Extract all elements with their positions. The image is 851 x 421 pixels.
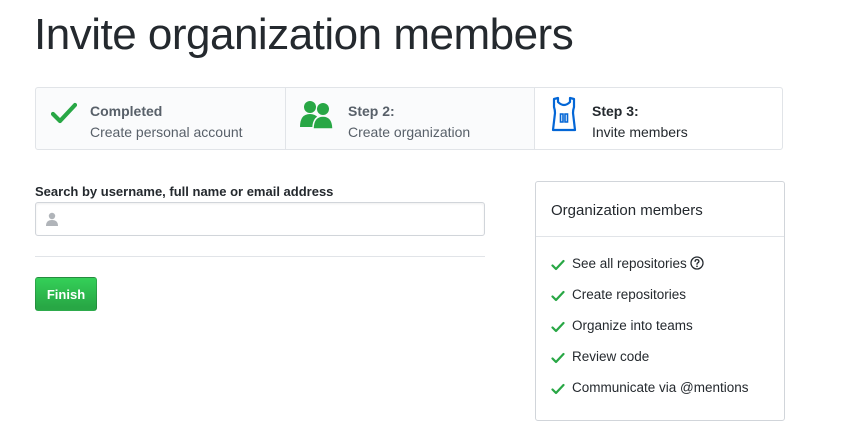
panel-title: Organization members [536, 182, 784, 237]
jersey-icon [551, 96, 577, 137]
step-description: Create personal account [90, 124, 243, 140]
check-icon [551, 351, 565, 369]
list-item: Communicate via @mentions [551, 379, 784, 410]
list-item-label: Create repositories [572, 287, 687, 302]
step-create-organization: Step 2: Create organization [286, 88, 535, 149]
check-icon [551, 320, 565, 338]
list-item: Organize into teams [551, 317, 784, 348]
page-title: Invite organization members [34, 10, 574, 59]
list-item-label: Organize into teams [572, 318, 693, 333]
divider [35, 256, 485, 257]
step-completed: Completed Create personal account [36, 88, 286, 149]
progress-steps: Completed Create personal account Step 2… [35, 87, 783, 150]
list-item: Create repositories [551, 286, 784, 317]
list-item: Review code [551, 348, 784, 379]
check-icon [551, 258, 565, 276]
check-icon [551, 289, 565, 307]
check-icon [50, 102, 78, 129]
step-description: Create organization [348, 124, 471, 140]
people-icon [300, 99, 334, 134]
finish-button[interactable]: Finish [35, 277, 97, 311]
search-box[interactable] [35, 202, 485, 236]
permissions-list: See all repositories Create repositories… [536, 237, 784, 410]
step-invite-members: Step 3: Invite members [535, 88, 782, 149]
question-icon[interactable] [690, 256, 704, 275]
search-input[interactable] [66, 203, 476, 235]
list-item-label: See all repositories [572, 256, 687, 271]
check-icon [551, 382, 565, 400]
step-label: Step 3: [592, 103, 639, 119]
list-item-label: Communicate via @mentions [572, 380, 749, 395]
list-item-label: Review code [572, 349, 650, 364]
step-label: Completed [90, 103, 163, 119]
list-item: See all repositories [551, 255, 784, 286]
step-description: Invite members [592, 124, 688, 140]
person-icon [46, 212, 58, 231]
step-label: Step 2: [348, 103, 395, 119]
organization-members-panel: Organization members See all repositorie… [535, 181, 785, 421]
search-label: Search by username, full name or email a… [35, 184, 334, 199]
